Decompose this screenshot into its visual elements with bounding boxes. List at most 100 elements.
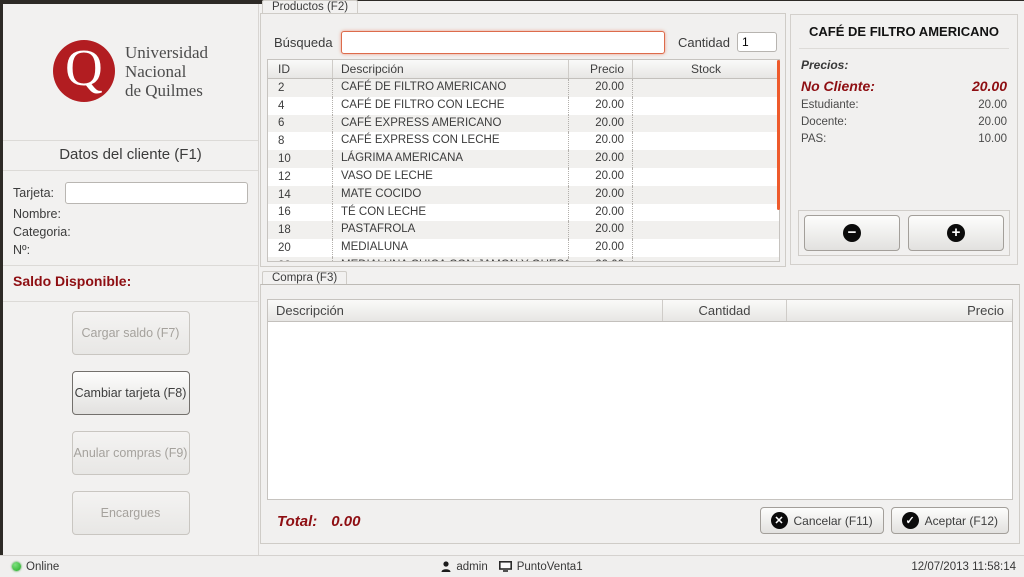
quantity-adjust-box: − +: [798, 210, 1010, 256]
decrease-quantity-button[interactable]: −: [804, 215, 900, 251]
product-id-cell: 10: [268, 153, 332, 165]
product-row[interactable]: 8 CAFÉ EXPRESS CON LECHE 20.00: [268, 132, 779, 150]
tarjeta-input[interactable]: [65, 182, 248, 204]
university-name: Universidad Nacional de Quilmes: [125, 43, 208, 100]
purchase-table-header: Descripción Cantidad Precio: [268, 300, 1012, 322]
product-precio-cell: 20.00: [568, 168, 632, 186]
search-input[interactable]: [341, 31, 665, 54]
product-desc-cell: CAFÉ EXPRESS CON LECHE: [332, 132, 568, 150]
header-stock[interactable]: Stock: [632, 60, 779, 78]
accept-button[interactable]: ✓ Aceptar (F12): [891, 507, 1009, 534]
purchase-header-cantidad[interactable]: Cantidad: [662, 300, 786, 321]
product-stock-cell: [632, 79, 779, 97]
product-row[interactable]: 6 CAFÉ EXPRESS AMERICANO 20.00: [268, 115, 779, 133]
product-id-cell: 16: [268, 206, 332, 218]
purchase-table: Descripción Cantidad Precio: [267, 299, 1013, 500]
total-value: 0.00: [331, 513, 360, 530]
terminal-name: PuntoVenta1: [517, 561, 583, 573]
product-detail-panel: CAFÉ DE FILTRO AMERICANO Precios: No Cli…: [790, 14, 1018, 265]
quantity-input[interactable]: [737, 32, 777, 52]
header-descripcion[interactable]: Descripción: [332, 60, 568, 78]
product-stock-cell: [632, 186, 779, 204]
product-stock-cell: [632, 239, 779, 257]
product-stock-cell: [632, 97, 779, 115]
product-stock-cell: [632, 204, 779, 222]
price-value: 20.00: [978, 114, 1007, 131]
connection-status: Online: [12, 561, 59, 573]
header-precio[interactable]: Precio: [568, 60, 632, 78]
product-row[interactable]: 20 MEDIALUNA 20.00: [268, 239, 779, 257]
product-desc-cell: CAFÉ DE FILTRO AMERICANO: [332, 79, 568, 97]
user-icon: [441, 561, 451, 572]
product-row[interactable]: 18 PASTAFROLA 20.00: [268, 221, 779, 239]
product-precio-cell: 20.00: [568, 97, 632, 115]
quantity-label: Cantidad: [678, 35, 730, 50]
tab-compra[interactable]: Compra (F3): [262, 271, 347, 284]
product-row[interactable]: 2 CAFÉ DE FILTRO AMERICANO 20.00: [268, 79, 779, 97]
categoria-label: Categoria:: [13, 223, 248, 241]
online-status-label: Online: [26, 561, 59, 573]
sidebar-action-button[interactable]: Cargar saldo (F7): [72, 311, 190, 355]
tab-productos[interactable]: Productos (F2): [262, 0, 358, 13]
increase-quantity-button[interactable]: +: [908, 215, 1004, 251]
price-list: No Cliente: 20.00 Estudiante: 20.00 Doce…: [791, 75, 1017, 148]
product-precio-cell: 20.00: [568, 221, 632, 239]
price-category-label: No Cliente:: [801, 75, 875, 97]
product-precio-cell: 20.00: [568, 257, 632, 262]
price-value: 20.00: [972, 75, 1007, 97]
cancel-button[interactable]: ✕ Cancelar (F11): [760, 507, 884, 534]
product-id-cell: 14: [268, 189, 332, 201]
product-precio-cell: 20.00: [568, 150, 632, 168]
cancel-x-icon: ✕: [771, 512, 788, 529]
product-row[interactable]: 12 VASO DE LECHE 20.00: [268, 168, 779, 186]
minus-icon: −: [843, 224, 861, 242]
product-stock-cell: [632, 132, 779, 150]
product-row[interactable]: 10 LÁGRIMA AMERICANA 20.00: [268, 150, 779, 168]
price-row: No Cliente: 20.00: [801, 75, 1007, 97]
nombre-label: Nombre:: [13, 205, 248, 223]
product-row[interactable]: 14 MATE COCIDO 20.00: [268, 186, 779, 204]
product-desc-cell: TÉ CON LECHE: [332, 204, 568, 222]
datetime: 12/07/2013 11:58:14: [911, 561, 1016, 573]
purchase-panel: Descripción Cantidad Precio Total:0.00 ✕…: [260, 284, 1020, 544]
sidebar-action-button[interactable]: Anular compras (F9): [72, 431, 190, 475]
products-table: ID Descripción Precio Stock 2 CAFÉ DE FI…: [267, 59, 780, 262]
product-id-cell: 18: [268, 224, 332, 236]
price-category-label: Estudiante:: [801, 97, 859, 114]
product-precio-cell: 20.00: [568, 204, 632, 222]
logged-user: admin: [456, 561, 487, 573]
numero-label: Nº:: [13, 241, 248, 259]
product-desc-cell: LÁGRIMA AMERICANA: [332, 150, 568, 168]
university-name-line1: Universidad: [125, 43, 208, 62]
sidebar-action-button[interactable]: Encargues: [72, 491, 190, 535]
purchase-header-descripcion[interactable]: Descripción: [268, 300, 662, 321]
products-scrollbar[interactable]: [777, 60, 780, 210]
purchase-header-precio[interactable]: Precio: [786, 300, 1012, 321]
product-stock-cell: [632, 257, 779, 262]
cancel-button-label: Cancelar (F11): [794, 514, 873, 528]
price-value: 20.00: [978, 97, 1007, 114]
price-row: Docente: 20.00: [801, 114, 1007, 131]
university-name-line2: Nacional: [125, 62, 208, 81]
product-detail-title: CAFÉ DE FILTRO AMERICANO: [799, 24, 1009, 49]
sidebar-action-button[interactable]: Cambiar tarjeta (F8): [72, 371, 190, 415]
header-id[interactable]: ID: [268, 60, 332, 78]
unq-logo-icon: Q: [53, 40, 115, 102]
product-stock-cell: [632, 168, 779, 186]
product-desc-cell: MEDIALUNA CHICA CON JAMON Y QUESO: [332, 257, 568, 262]
status-bar: Online admin PuntoVenta1 12/07/2013 11:5…: [0, 555, 1024, 577]
purchase-actions: ✕ Cancelar (F11) ✓ Aceptar (F12): [760, 507, 1010, 534]
saldo-section: Saldo Disponible:: [3, 265, 258, 302]
search-row: Búsqueda Cantidad: [274, 30, 777, 54]
product-id-cell: 4: [268, 100, 332, 112]
product-desc-cell: CAFÉ EXPRESS AMERICANO: [332, 115, 568, 133]
client-sidebar: Q Universidad Nacional de Quilmes Datos …: [3, 4, 259, 555]
products-table-header: ID Descripción Precio Stock: [268, 60, 779, 79]
university-logo: Q Universidad Nacional de Quilmes: [3, 30, 258, 112]
product-row[interactable]: 22 MEDIALUNA CHICA CON JAMON Y QUESO 20.…: [268, 257, 779, 262]
price-row: Estudiante: 20.00: [801, 97, 1007, 114]
product-row[interactable]: 16 TÉ CON LECHE 20.00: [268, 204, 779, 222]
product-row[interactable]: 4 CAFÉ DE FILTRO CON LECHE 20.00: [268, 97, 779, 115]
product-precio-cell: 20.00: [568, 186, 632, 204]
client-form: Tarjeta: Nombre: Categoria: Nº:: [3, 171, 258, 259]
